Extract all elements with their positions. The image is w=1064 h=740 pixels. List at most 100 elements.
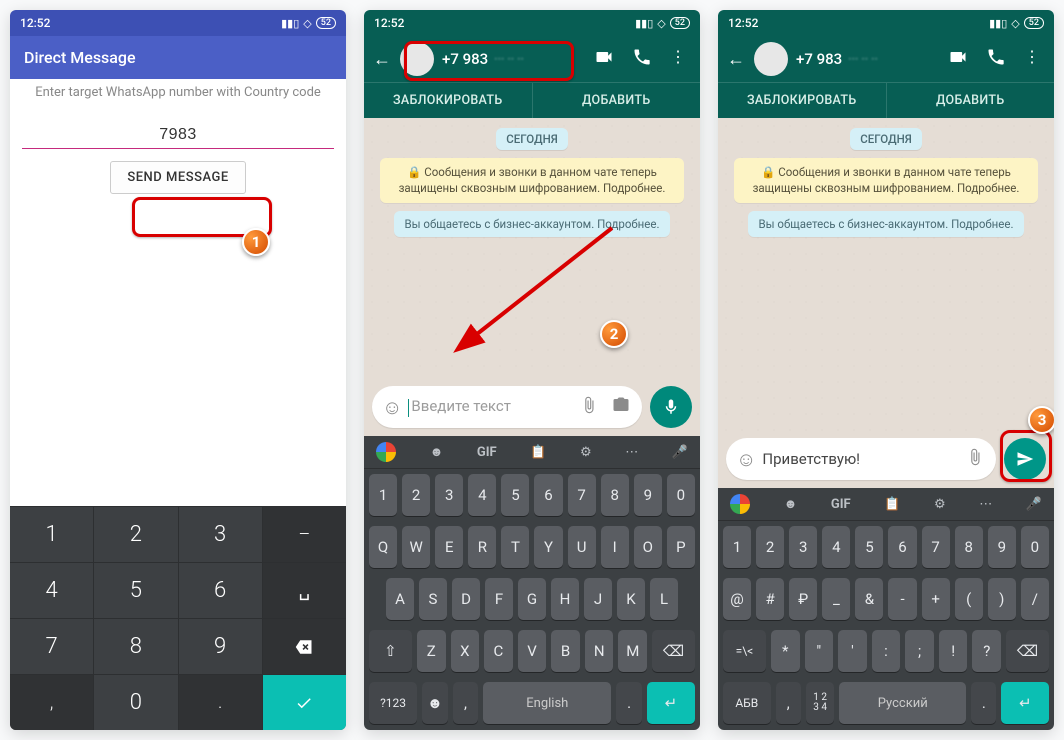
key-u[interactable]: U [568, 526, 596, 568]
key-s[interactable]: S [419, 578, 447, 620]
key-comma[interactable]: , [10, 674, 94, 730]
key-semicolon[interactable]: ; [905, 630, 934, 672]
key-p[interactable]: P [667, 526, 695, 568]
key-period[interactable]: . [971, 682, 996, 724]
contact-name[interactable]: +7 983··· ·· ·· [794, 50, 942, 68]
key-symbols[interactable]: ?123 [369, 682, 417, 724]
emoji-icon[interactable]: ☺ [382, 395, 402, 420]
key-period[interactable]: . [616, 682, 642, 724]
key-question[interactable]: ? [972, 630, 1001, 672]
message-input[interactable]: Приветствую! [762, 450, 956, 468]
key-7[interactable]: 7 [10, 618, 94, 674]
videocall-icon[interactable] [594, 47, 614, 71]
key-5[interactable]: 5 [855, 526, 883, 568]
phone-number-input[interactable] [22, 118, 334, 149]
key-backspace[interactable] [263, 618, 346, 674]
add-button[interactable]: ДОБАВИТЬ [533, 83, 701, 118]
avatar[interactable] [754, 42, 788, 76]
key-plus[interactable]: + [922, 578, 950, 620]
key-amp[interactable]: & [855, 578, 883, 620]
key-a[interactable]: A [386, 578, 414, 620]
message-input[interactable]: Введите текст [408, 397, 570, 416]
send-button[interactable] [1004, 438, 1046, 480]
key-enter[interactable]: ↵ [647, 682, 695, 724]
back-button[interactable]: ← [724, 49, 748, 70]
more-icon[interactable]: ⋯ [979, 497, 992, 512]
encryption-notice[interactable]: 🔒 Сообщения и звонки в данном чате тепер… [380, 158, 683, 203]
gif-icon[interactable]: GIF [477, 445, 497, 460]
key-l[interactable]: L [650, 578, 678, 620]
key-numeric[interactable]: 1 23 4 [806, 682, 835, 724]
more-icon[interactable]: ⋮ [670, 47, 686, 71]
business-notice[interactable]: Вы общаетесь с бизнес-аккаунтом. Подробн… [748, 211, 1023, 237]
key-lparen[interactable]: ( [955, 578, 983, 620]
key-1[interactable]: 1 [369, 474, 397, 516]
key-squote[interactable]: ' [838, 630, 867, 672]
key-4[interactable]: 4 [10, 562, 94, 618]
key-v[interactable]: V [518, 630, 547, 672]
sticker-icon[interactable]: ☻ [430, 444, 444, 460]
key-dash[interactable]: – [263, 506, 346, 562]
key-h[interactable]: H [551, 578, 579, 620]
key-4[interactable]: 4 [468, 474, 496, 516]
key-7[interactable]: 7 [568, 474, 596, 516]
key-comma[interactable]: , [453, 682, 479, 724]
key-emoji[interactable]: ☻ [422, 682, 448, 724]
key-minus[interactable]: - [888, 578, 916, 620]
key-space[interactable]: Русский [839, 682, 966, 724]
back-button[interactable]: ← [370, 49, 394, 70]
key-0[interactable]: 0 [1021, 526, 1049, 568]
key-z[interactable]: Z [417, 630, 446, 672]
settings-icon[interactable]: ⚙ [580, 445, 592, 460]
camera-icon[interactable] [608, 396, 634, 419]
key-dquote[interactable]: " [805, 630, 834, 672]
add-button[interactable]: ДОБАВИТЬ [887, 83, 1055, 118]
key-r[interactable]: R [468, 526, 496, 568]
key-slash[interactable]: / [1021, 578, 1049, 620]
key-rparen[interactable]: ) [988, 578, 1016, 620]
key-1[interactable]: 1 [723, 526, 751, 568]
key-star[interactable]: * [771, 630, 800, 672]
more-icon[interactable]: ⋮ [1024, 47, 1040, 71]
block-button[interactable]: ЗАБЛОКИРОВАТЬ [718, 83, 887, 118]
key-8[interactable]: 8 [955, 526, 983, 568]
key-d[interactable]: D [452, 578, 480, 620]
key-hash[interactable]: # [756, 578, 784, 620]
key-2[interactable]: 2 [402, 474, 430, 516]
key-6[interactable]: 6 [888, 526, 916, 568]
google-icon[interactable] [376, 442, 396, 462]
key-5[interactable]: 5 [501, 474, 529, 516]
call-icon[interactable] [986, 47, 1006, 71]
key-c[interactable]: C [484, 630, 513, 672]
key-3[interactable]: 3 [789, 526, 817, 568]
key-more-symbols[interactable]: =\< [723, 630, 766, 672]
key-q[interactable]: Q [369, 526, 397, 568]
key-backspace[interactable]: ⌫ [1006, 630, 1049, 672]
emoji-icon[interactable]: ☺ [736, 447, 756, 472]
key-7[interactable]: 7 [922, 526, 950, 568]
key-y[interactable]: Y [534, 526, 562, 568]
key-x[interactable]: X [451, 630, 480, 672]
key-ruble[interactable]: ₽ [789, 578, 817, 620]
key-underscore[interactable]: _ [822, 578, 850, 620]
key-5[interactable]: 5 [94, 562, 178, 618]
key-t[interactable]: T [501, 526, 529, 568]
key-m[interactable]: M [618, 630, 647, 672]
encryption-notice[interactable]: 🔒 Сообщения и звонки в данном чате тепер… [734, 158, 1037, 203]
key-backspace[interactable]: ⌫ [652, 630, 695, 672]
key-f[interactable]: F [485, 578, 513, 620]
key-j[interactable]: J [584, 578, 612, 620]
business-notice[interactable]: Вы общаетесь с бизнес-аккаунтом. Подробн… [394, 211, 669, 237]
key-e[interactable]: E [435, 526, 463, 568]
key-2[interactable]: 2 [94, 506, 178, 562]
mic-button[interactable] [650, 386, 692, 428]
key-space[interactable]: English [483, 682, 611, 724]
key-comma[interactable]: , [776, 682, 801, 724]
attach-icon[interactable] [576, 396, 602, 419]
settings-icon[interactable]: ⚙ [934, 497, 946, 512]
key-enter[interactable]: ↵ [1001, 682, 1049, 724]
more-icon[interactable]: ⋯ [625, 445, 638, 460]
block-button[interactable]: ЗАБЛОКИРОВАТЬ [364, 83, 533, 118]
key-3[interactable]: 3 [179, 506, 263, 562]
contact-name[interactable]: +7 983··· ·· ·· [440, 50, 588, 68]
